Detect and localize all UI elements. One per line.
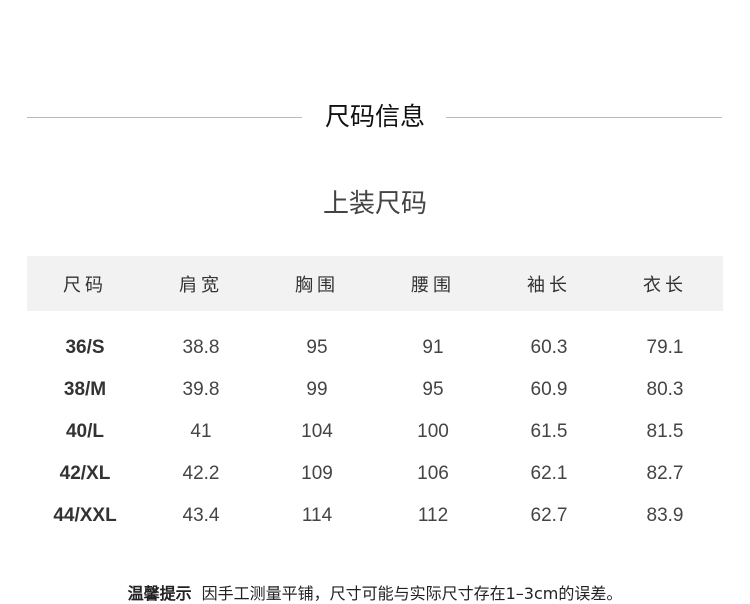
value-cell: 99 xyxy=(306,379,328,400)
tip-text: 因手工测量平铺，尺寸可能与实际尺寸存在1–3cm的误差。 xyxy=(201,584,623,603)
value-cell: 83.9 xyxy=(646,505,684,526)
table-row: 44/XXL 43.4 114 112 62.7 83.9 xyxy=(27,495,723,537)
size-cell: 40/L xyxy=(65,421,105,442)
table-row: 38/M 39.8 99 95 60.9 80.3 xyxy=(27,369,723,411)
size-cell: 42/XL xyxy=(59,463,111,484)
tip-note: 温馨提示 因手工测量平铺，尺寸可能与实际尺寸存在1–3cm的误差。 xyxy=(0,580,750,604)
value-cell: 112 xyxy=(417,505,449,526)
header-cell: 尺码 xyxy=(63,274,107,296)
header-cell: 袖长 xyxy=(527,274,571,296)
value-cell: 109 xyxy=(301,463,333,484)
table-row: 40/L 41 104 100 61.5 81.5 xyxy=(27,411,723,453)
header-cell: 胸围 xyxy=(295,274,339,296)
value-cell: 43.4 xyxy=(182,505,220,526)
value-cell: 60.9 xyxy=(530,379,568,400)
value-cell: 106 xyxy=(417,463,449,484)
table-body: 36/S 38.8 95 91 60.3 79.1 38/M 39.8 99 95 60.9 80.3… xyxy=(27,311,723,537)
tip-label: 温馨提示 xyxy=(127,584,192,603)
value-cell: 114 xyxy=(301,505,333,526)
table-header: 尺码 肩宽 胸围 腰围 袖长 衣长 xyxy=(27,256,723,311)
value-cell: 42.2 xyxy=(182,463,220,484)
value-cell: 104 xyxy=(301,421,333,442)
table-row: 36/S 38.8 95 91 60.3 79.1 xyxy=(27,327,723,369)
value-cell: 62.1 xyxy=(530,463,568,484)
value-cell: 82.7 xyxy=(646,463,684,484)
value-cell: 61.5 xyxy=(530,421,568,442)
value-cell: 81.5 xyxy=(646,421,684,442)
value-cell: 62.7 xyxy=(530,505,568,526)
header-cell: 衣长 xyxy=(643,274,687,296)
value-cell: 95 xyxy=(422,379,444,400)
size-cell: 38/M xyxy=(63,379,107,400)
value-cell: 79.1 xyxy=(646,337,684,358)
value-cell: 100 xyxy=(417,421,449,442)
subtitle: 上装尺码 xyxy=(322,189,427,219)
header-cell: 腰围 xyxy=(411,274,455,296)
table-row: 42/XL 42.2 109 106 62.1 82.7 xyxy=(27,453,723,495)
value-cell: 80.3 xyxy=(646,379,684,400)
size-cell: 44/XXL xyxy=(53,505,117,526)
value-cell: 41 xyxy=(190,421,212,442)
size-cell: 36/S xyxy=(65,337,105,358)
header-cell: 肩宽 xyxy=(179,274,223,296)
value-cell: 60.3 xyxy=(530,337,568,358)
size-table: 尺码 肩宽 胸围 腰围 袖长 衣长 36/S 38.8 95 91 60.3 79.1 38… xyxy=(27,256,723,537)
section-title: 尺码信息 xyxy=(324,102,425,131)
value-cell: 95 xyxy=(306,337,328,358)
value-cell: 91 xyxy=(422,337,444,358)
value-cell: 39.8 xyxy=(182,379,220,400)
value-cell: 38.8 xyxy=(182,337,220,358)
